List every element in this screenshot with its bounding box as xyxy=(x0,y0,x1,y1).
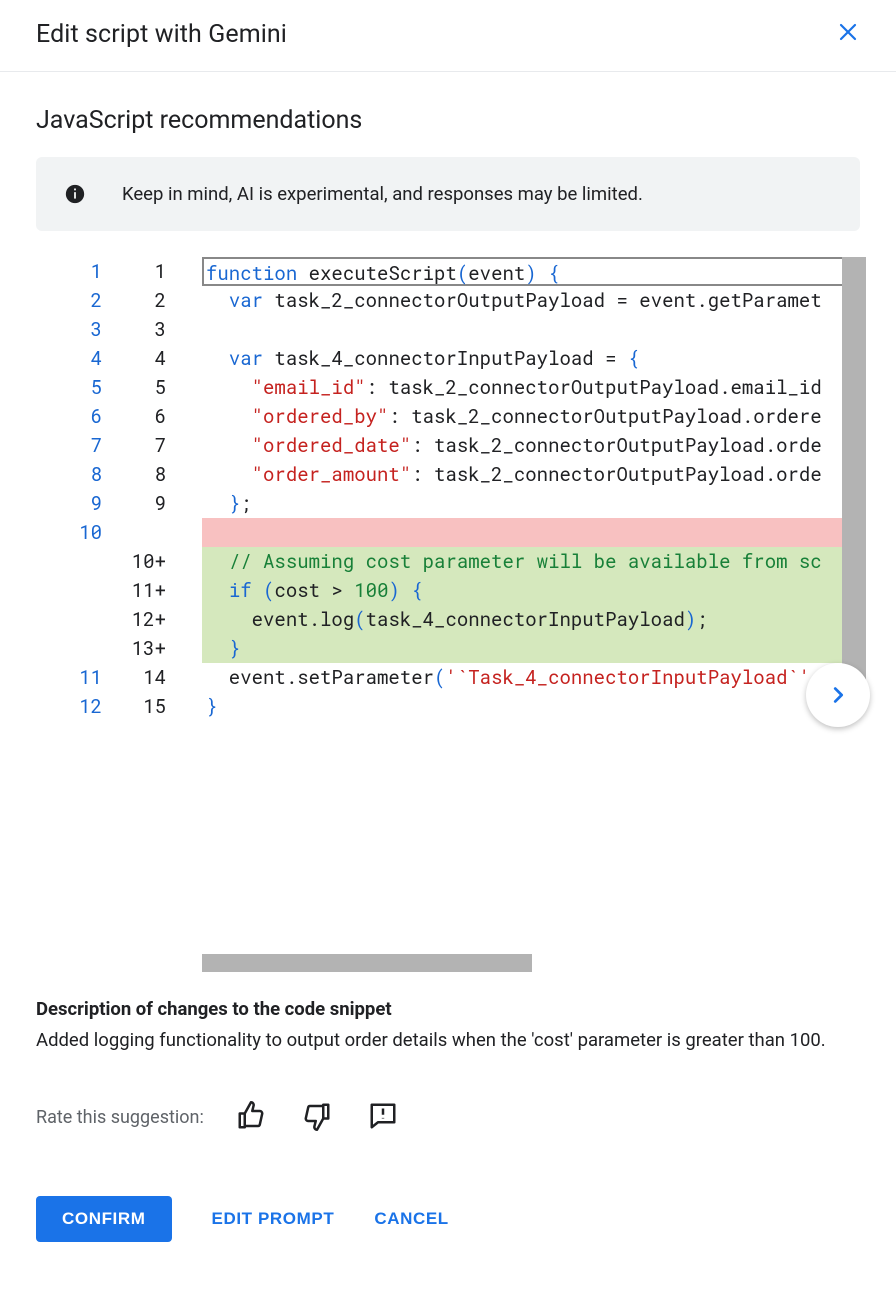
section-title: JavaScript recommendations xyxy=(36,106,860,135)
code-line: "order_amount": task_2_connectorOutputPa… xyxy=(202,460,866,489)
code-area: function executeScript(event) { var task… xyxy=(202,257,866,972)
report-icon xyxy=(368,1101,398,1131)
edit-prompt-button[interactable]: EDIT PROMPT xyxy=(212,1209,335,1229)
code-line xyxy=(202,315,866,344)
code-line: "ordered_date": task_2_connectorOutputPa… xyxy=(202,431,866,460)
confirm-button[interactable]: CONFIRM xyxy=(36,1196,172,1242)
code-line: event.setParameter('`Task_4_connectorInp… xyxy=(202,663,866,692)
thumbs-up-button[interactable] xyxy=(232,1097,270,1138)
code-line: } xyxy=(202,692,866,721)
dialog-actions: CONFIRM EDIT PROMPT CANCEL xyxy=(36,1196,860,1242)
code-line: if (cost > 100) { xyxy=(202,576,866,605)
code-line: var task_2_connectorOutputPayload = even… xyxy=(202,286,866,315)
code-line: } xyxy=(202,634,866,663)
dialog-title: Edit script with Gemini xyxy=(36,20,287,49)
close-button[interactable] xyxy=(832,16,864,53)
cancel-button[interactable]: CANCEL xyxy=(374,1209,448,1229)
thumbs-up-icon xyxy=(236,1101,266,1131)
rating-row: Rate this suggestion: xyxy=(36,1097,860,1138)
code-line: // Assuming cost parameter will be avail… xyxy=(202,547,866,576)
thumbs-down-button[interactable] xyxy=(298,1097,336,1138)
code-line: "email_id": task_2_connectorOutputPayloa… xyxy=(202,373,866,402)
horizontal-scrollbar[interactable] xyxy=(202,954,532,972)
vertical-scrollbar[interactable] xyxy=(842,257,866,707)
description-label: Description of changes to the code snipp… xyxy=(36,998,860,1020)
gutter-new: 12345678910+11+12+13+1415 xyxy=(122,257,174,972)
code-line: — xyxy=(202,518,866,547)
close-icon xyxy=(836,20,860,44)
code-line: event.log(task_4_connectorInputPayload); xyxy=(202,605,866,634)
info-banner: Keep in mind, AI is experimental, and re… xyxy=(36,157,860,231)
code-line: var task_4_connectorInputPayload = { xyxy=(202,344,866,373)
rating-label: Rate this suggestion: xyxy=(36,1107,204,1128)
code-diff-editor[interactable]: 123456789101112 12345678910+11+12+13+141… xyxy=(36,257,860,972)
code-line: }; xyxy=(202,489,866,518)
report-button[interactable] xyxy=(364,1097,402,1138)
chevron-right-icon xyxy=(827,684,849,706)
thumbs-down-icon xyxy=(302,1101,332,1131)
code-line: function executeScript(event) { xyxy=(202,257,866,286)
gutter-old: 123456789101112 xyxy=(76,257,116,972)
code-line: "ordered_by": task_2_connectorOutputPayl… xyxy=(202,402,866,431)
info-banner-text: Keep in mind, AI is experimental, and re… xyxy=(122,183,643,205)
dialog-header: Edit script with Gemini xyxy=(0,0,896,72)
description-body: Added logging functionality to output or… xyxy=(36,1026,860,1055)
info-icon xyxy=(64,183,86,205)
next-diff-button[interactable] xyxy=(806,663,870,727)
